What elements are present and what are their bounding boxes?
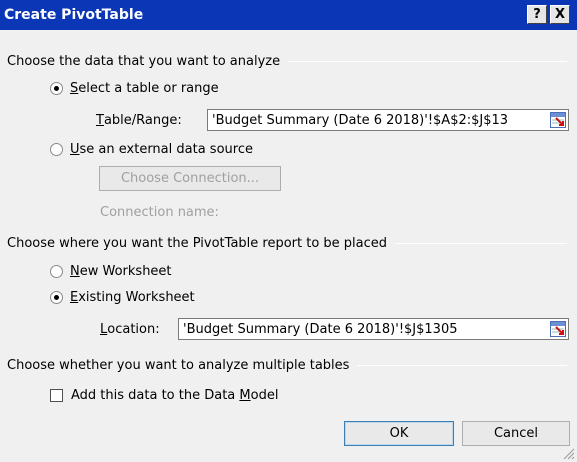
cancel-button[interactable]: Cancel	[462, 421, 570, 446]
select-table-radio[interactable]: Select a table or range	[50, 79, 219, 97]
connection-name-label: Connection name:	[100, 204, 219, 220]
radio-selected-icon	[50, 290, 63, 304]
multi-table-section-header: Choose whether you want to analyze multi…	[7, 356, 567, 374]
label-text: xisting Worksheet	[78, 289, 195, 305]
hotkey: M	[239, 387, 251, 403]
divider	[288, 60, 567, 62]
placement-section-title: Choose where you want the PivotTable rep…	[7, 235, 388, 251]
data-model-label: Add this data to the Data Model	[71, 388, 278, 403]
close-button[interactable]: X	[550, 5, 570, 24]
location-input[interactable]: 'Budget Summary (Date 6 2018)'!$J$1305	[178, 318, 569, 340]
ok-button[interactable]: OK	[344, 421, 454, 446]
new-worksheet-label: New Worksheet	[70, 264, 172, 279]
label-text: Add this data to the Data	[71, 387, 240, 403]
label-text: able/Range:	[103, 112, 182, 128]
hotkey: T	[96, 112, 104, 128]
label-text: ew Worksheet	[79, 263, 172, 279]
table-range-label: Table/Range:	[96, 111, 182, 129]
choose-connection-button[interactable]: Choose Connection...	[99, 166, 281, 191]
refedit-icon[interactable]	[550, 112, 566, 128]
new-worksheet-radio[interactable]: New Worksheet	[50, 262, 172, 280]
label-text: ocation:	[107, 321, 160, 337]
existing-worksheet-label: Existing Worksheet	[70, 290, 195, 305]
label-text: elect a table or range	[78, 80, 219, 96]
divider	[357, 364, 567, 366]
external-source-label: Use an external data source	[70, 142, 253, 157]
location-value: 'Budget Summary (Date 6 2018)'!$J$1305	[183, 321, 458, 337]
placement-section-header: Choose where you want the PivotTable rep…	[7, 234, 567, 252]
hotkey: U	[70, 141, 80, 157]
data-section-title: Choose the data that you want to analyze	[7, 53, 281, 69]
location-label: Location:	[100, 320, 160, 338]
checkbox-icon	[50, 388, 63, 402]
select-table-label: Select a table or range	[70, 81, 219, 96]
help-button[interactable]: ?	[527, 5, 547, 24]
radio-selected-icon	[50, 81, 63, 95]
dialog-title: Create PivotTable	[4, 7, 144, 23]
table-range-value: 'Budget Summary (Date 6 2018)'!$A$2:$J$1…	[212, 112, 509, 128]
label-text: odel	[250, 387, 279, 403]
label-text: se an external data source	[79, 141, 253, 157]
title-bar: Create PivotTable ? X	[0, 0, 577, 30]
external-source-radio[interactable]: Use an external data source	[50, 140, 253, 158]
radio-unselected-icon	[50, 142, 63, 156]
data-section-header: Choose the data that you want to analyze	[7, 52, 567, 70]
radio-unselected-icon	[50, 264, 63, 278]
data-model-checkbox[interactable]: Add this data to the Data Model	[50, 386, 278, 404]
divider	[395, 242, 567, 244]
hotkey: E	[70, 289, 79, 305]
resize-grip-icon[interactable]	[563, 448, 575, 460]
refedit-icon[interactable]	[550, 321, 566, 337]
existing-worksheet-radio[interactable]: Existing Worksheet	[50, 288, 195, 306]
hotkey: L	[100, 321, 108, 337]
hotkey: N	[70, 263, 80, 279]
multi-table-section-title: Choose whether you want to analyze multi…	[7, 357, 350, 373]
table-range-input[interactable]: 'Budget Summary (Date 6 2018)'!$A$2:$J$1…	[207, 109, 569, 131]
